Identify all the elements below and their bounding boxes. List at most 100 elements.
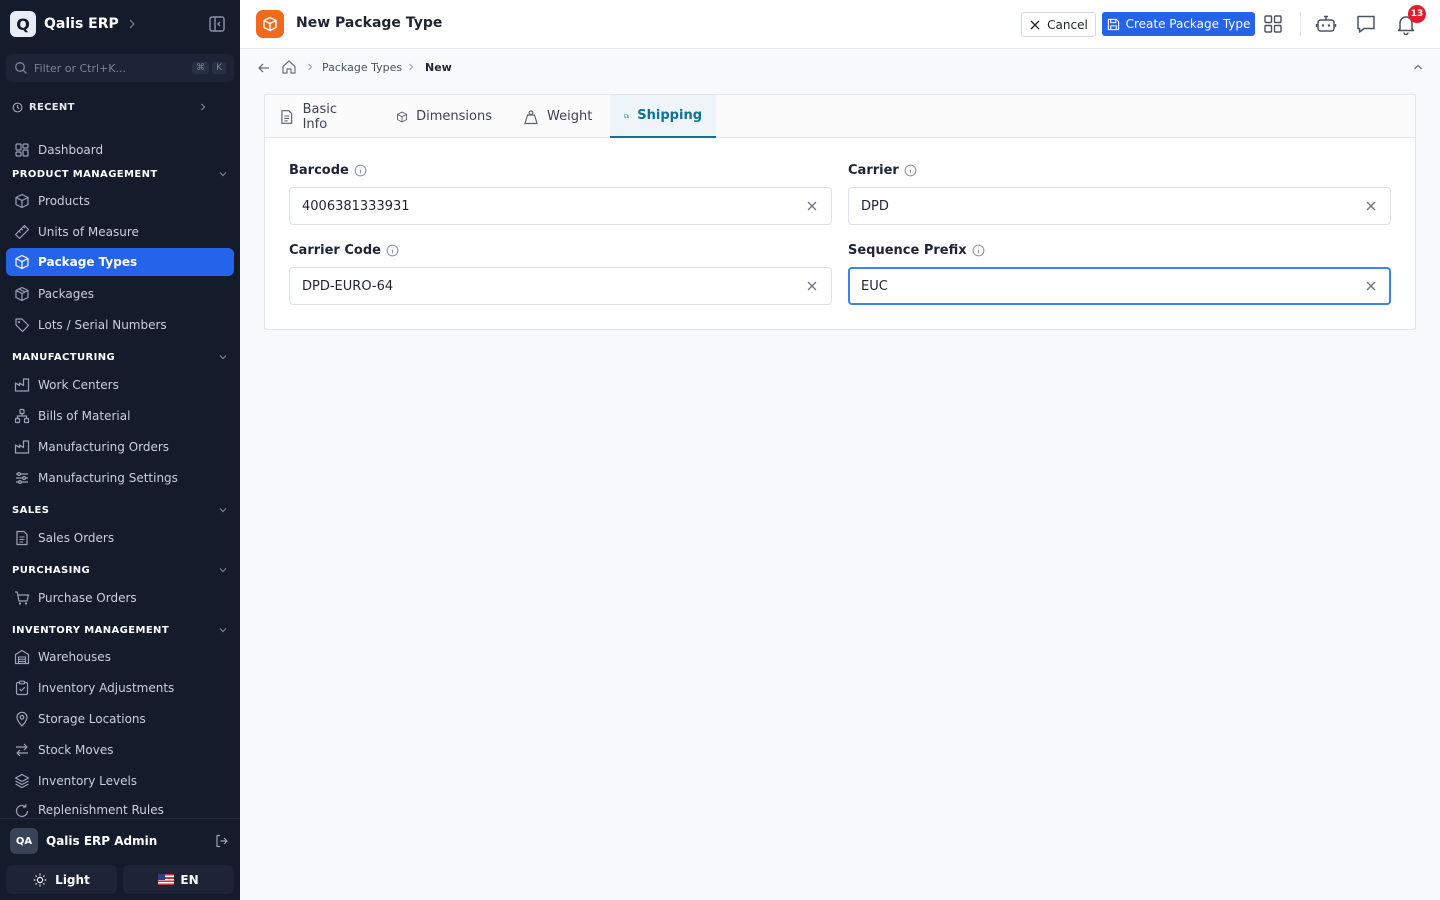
sidebar-item-work-centers[interactable]: Work Centers (6, 371, 234, 399)
kbd-cmd: ⌘ (192, 62, 210, 74)
sidebar-item-label: Replenishment Rules (38, 803, 164, 817)
sequence-prefix-label-text: Sequence Prefix (848, 243, 967, 258)
sidebar-item-inventory-levels[interactable]: Inventory Levels (6, 767, 234, 795)
section-label: INVENTORY MANAGEMENT (12, 624, 170, 636)
kbd-k: K (212, 62, 226, 74)
chat-icon[interactable] (1355, 13, 1377, 35)
arrows-left-right-icon (16, 743, 28, 757)
chevron-down-icon (219, 568, 227, 573)
section-label: PRODUCT MANAGEMENT (12, 168, 158, 180)
info-icon[interactable] (386, 244, 399, 257)
sidebar-item-packages[interactable]: Packages (6, 280, 234, 308)
tab-shipping[interactable]: Shipping (610, 95, 716, 138)
package-type-icon (256, 10, 284, 38)
section-label: MANUFACTURING (12, 351, 116, 363)
tag-icon (15, 318, 30, 333)
brand-logo: Q (10, 11, 36, 37)
brand[interactable]: Q Qalis ERP (10, 10, 137, 38)
theme-toggle-button[interactable]: Light (6, 865, 117, 894)
sidebar-item-label: Manufacturing Settings (38, 471, 178, 485)
tab-dimensions[interactable]: Dimensions (382, 95, 506, 138)
sidebar-item-products[interactable]: Products (6, 187, 234, 215)
chevron-right-icon (201, 103, 206, 111)
sidebar-item-label: Inventory Levels (38, 774, 138, 788)
sidebar-item-storage-locations[interactable]: Storage Locations (6, 705, 234, 733)
avatar: QA (10, 828, 38, 854)
tab-weight[interactable]: Weight (509, 95, 609, 138)
sidebar-item-replenishment-rules[interactable]: Replenishment Rules (6, 797, 234, 818)
theme-label: Light (55, 872, 90, 887)
create-label: Create Package Type (1125, 17, 1251, 31)
sidebar-item-package-types[interactable]: Package Types (6, 248, 234, 276)
sidebar-item-manufacturing-orders[interactable]: Manufacturing Orders (6, 433, 234, 461)
clear-icon[interactable] (1364, 279, 1378, 293)
clipboard-check-icon (15, 680, 29, 696)
carrier-code-input[interactable] (302, 278, 805, 294)
tab-label: Shipping (637, 108, 702, 123)
sidebar: Q Qalis ERP ⌘ K RECENT Dashboard PRODUCT… (0, 0, 240, 900)
clear-icon[interactable] (805, 199, 819, 213)
back-arrow-icon[interactable] (256, 60, 272, 76)
sidebar-item-manufacturing-settings[interactable]: Manufacturing Settings (6, 464, 234, 492)
carrier-code-label-text: Carrier Code (289, 243, 381, 258)
sidebar-item-stock-moves[interactable]: Stock Moves (6, 736, 234, 764)
section-purchasing[interactable]: PURCHASING (12, 563, 228, 577)
sidebar-item-units-of-measure[interactable]: Units of Measure (6, 218, 234, 246)
sidebar-item-dashboard[interactable]: Dashboard (6, 136, 234, 164)
section-inventory-management[interactable]: INVENTORY MANAGEMENT (12, 623, 228, 637)
hierarchy-icon (14, 408, 30, 424)
sidebar-item-label: Dashboard (38, 143, 104, 157)
sidebar-item-inventory-adjustments[interactable]: Inventory Adjustments (6, 674, 234, 702)
info-icon[interactable] (354, 164, 367, 177)
clear-icon[interactable] (1364, 199, 1378, 213)
sequence-prefix-input[interactable] (861, 278, 1364, 294)
apps-grid-icon[interactable] (1262, 13, 1284, 35)
tab-label: Dimensions (416, 109, 492, 124)
form-tabs: Basic Info Dimensions Weight Shipping (265, 95, 1415, 138)
barcode-label: Barcode (289, 163, 367, 178)
layers-icon (14, 773, 30, 789)
sliders-icon (16, 471, 28, 485)
sidebar-item-label: Storage Locations (38, 712, 146, 726)
robot-icon[interactable] (1315, 13, 1337, 35)
sidebar-item-label: Bills of Material (38, 409, 131, 423)
create-package-type-button[interactable]: Create Package Type (1102, 12, 1255, 36)
sidebar-item-bills-of-material[interactable]: Bills of Material (6, 402, 234, 430)
cancel-label: Cancel (1047, 17, 1088, 32)
chevron-right-icon (308, 63, 313, 71)
sidebar-item-lots-serial[interactable]: Lots / Serial Numbers (6, 311, 234, 339)
ruler-icon (14, 224, 30, 240)
sidebar-item-label: Products (38, 194, 90, 208)
sidebar-item-purchase-orders[interactable]: Purchase Orders (6, 584, 234, 612)
sidebar-collapse-icon[interactable] (208, 15, 226, 33)
recent-toggle[interactable]: RECENT (12, 99, 208, 115)
chevron-up-icon[interactable] (1412, 61, 1424, 73)
barcode-input[interactable] (302, 198, 805, 214)
carrier-code-label: Carrier Code (289, 243, 399, 258)
clear-icon[interactable] (805, 279, 819, 293)
sidebar-item-sales-orders[interactable]: Sales Orders (6, 524, 234, 552)
home-icon[interactable] (281, 59, 297, 75)
carrier-code-field (289, 267, 832, 305)
breadcrumb-current: New (425, 61, 452, 74)
cancel-button[interactable]: Cancel (1021, 12, 1096, 37)
info-icon[interactable] (972, 244, 985, 257)
brand-name: Qalis ERP (44, 16, 119, 32)
sidebar-item-warehouses[interactable]: Warehouses (6, 643, 234, 671)
filter-input[interactable] (34, 61, 190, 75)
section-manufacturing[interactable]: MANUFACTURING (12, 350, 228, 364)
tab-basic-info[interactable]: Basic Info (265, 95, 378, 138)
section-product-management[interactable]: PRODUCT MANAGEMENT (12, 167, 228, 181)
package-icon (15, 286, 29, 302)
sidebar-item-label: Warehouses (38, 650, 111, 664)
page-title: New Package Type (296, 15, 443, 31)
language-button[interactable]: EN (123, 865, 234, 894)
info-icon[interactable] (904, 164, 917, 177)
tab-label: Weight (547, 109, 593, 124)
carrier-input[interactable] (861, 198, 1364, 214)
breadcrumb-package-types[interactable]: Package Types (322, 61, 402, 74)
user-profile[interactable]: QA Qalis ERP Admin (10, 828, 230, 854)
logout-icon[interactable] (214, 833, 230, 849)
section-sales[interactable]: SALES (12, 503, 228, 517)
section-label: PURCHASING (12, 564, 91, 576)
